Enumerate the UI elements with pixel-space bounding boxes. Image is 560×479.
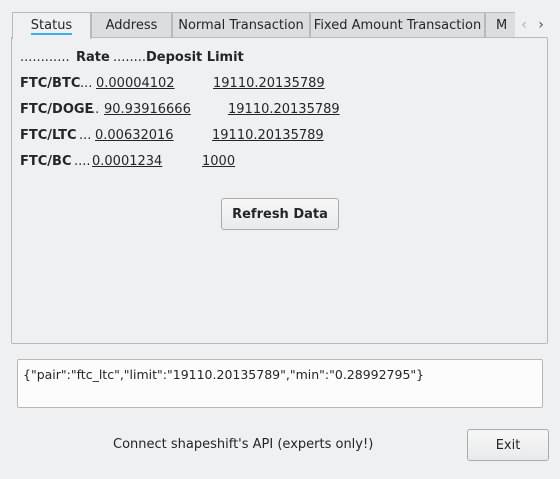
limit-link[interactable]: 19110.20135789 <box>212 128 324 143</box>
tab-normal-transaction[interactable]: Normal Transaction <box>172 12 310 37</box>
limit-link[interactable]: 19110.20135789 <box>213 76 325 91</box>
pair-label: FTC/BTC <box>20 76 81 91</box>
tab-address[interactable]: Address <box>91 12 172 37</box>
pair-label: FTC/LTC <box>20 128 77 143</box>
tab-scroll-left-button[interactable]: ‹ <box>515 12 533 37</box>
chevron-left-icon: ‹ <box>521 16 527 33</box>
limit-link[interactable]: 1000 <box>202 154 235 169</box>
chevron-right-icon: › <box>538 16 544 33</box>
pair-label: FTC/DOGE <box>20 102 94 117</box>
rate-link[interactable]: 0.0001234 <box>92 154 162 169</box>
pair-dots: ... <box>79 128 92 143</box>
tab-bar: Status Address Normal Transaction Fixed … <box>12 12 550 39</box>
tab-more[interactable]: M <box>485 12 517 37</box>
api-connect-label: Connect shapeshift's API (experts only!) <box>113 437 374 452</box>
header-rate: Rate <box>76 50 110 65</box>
exit-button[interactable]: Exit <box>467 429 549 461</box>
tab-more-label: M <box>496 17 508 33</box>
header-dots-2: ........ <box>113 50 147 65</box>
pair-dots: ... <box>80 76 93 91</box>
tab-fixed-amount-transaction[interactable]: Fixed Amount Transaction <box>310 12 485 37</box>
refresh-data-button[interactable]: Refresh Data <box>221 198 339 230</box>
pair-dots: .. <box>91 102 100 117</box>
pair-label: FTC/BC <box>20 154 72 169</box>
tab-scroll-right-button[interactable]: › <box>532 12 550 37</box>
rate-link[interactable]: 90.93916666 <box>104 102 191 117</box>
status-panel: ............ Rate ........ Deposit Limit… <box>11 37 548 344</box>
header-deposit-limit: Deposit Limit <box>146 50 244 65</box>
rate-link[interactable]: 0.00004102 <box>96 76 175 91</box>
pair-dots: .... <box>74 154 91 169</box>
rate-link[interactable]: 0.00632016 <box>95 128 174 143</box>
tab-normal-transaction-label: Normal Transaction <box>178 17 304 33</box>
response-output-field[interactable]: {"pair":"ftc_ltc","limit":"19110.2013578… <box>17 359 543 408</box>
header-dots: ............ <box>20 50 70 65</box>
tab-address-label: Address <box>105 17 158 33</box>
limit-link[interactable]: 19110.20135789 <box>228 102 340 117</box>
tab-status-label: Status <box>30 17 73 35</box>
tab-fixed-amount-transaction-label: Fixed Amount Transaction <box>313 17 482 33</box>
tab-status[interactable]: Status <box>12 12 91 39</box>
